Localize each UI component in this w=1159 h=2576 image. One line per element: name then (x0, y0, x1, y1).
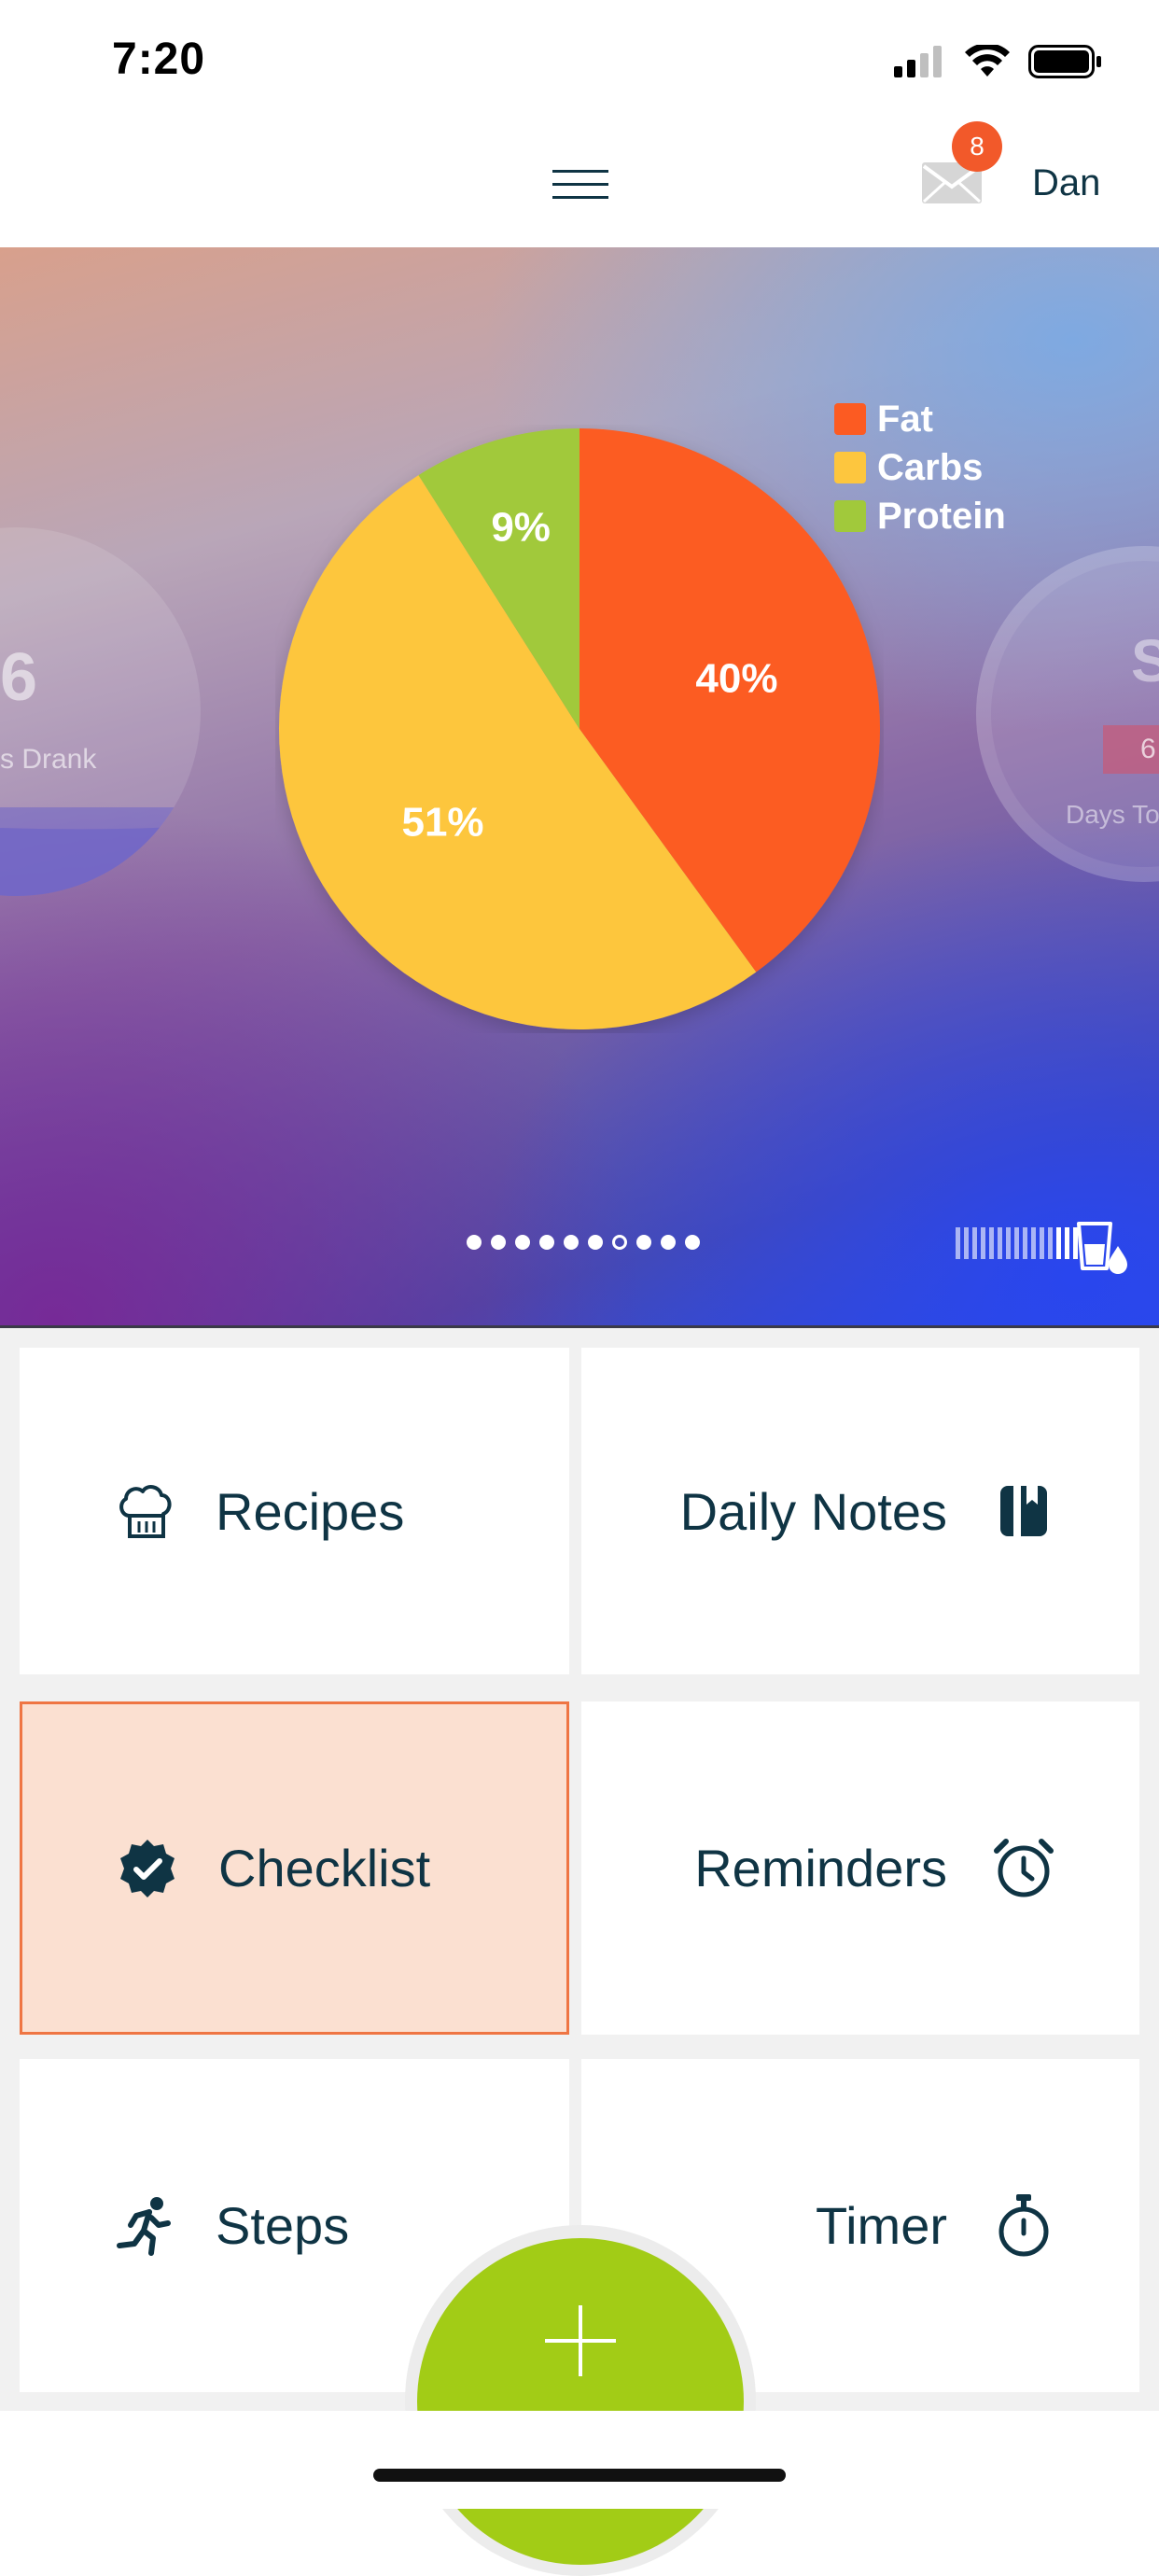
page-dot[interactable] (515, 1235, 530, 1250)
water-bar (1048, 1227, 1053, 1259)
legend-swatch-protein (834, 500, 866, 532)
page-dot[interactable] (612, 1235, 627, 1250)
battery-icon (1028, 45, 1101, 78)
water-drank-value: 6 (0, 640, 38, 715)
page-dot[interactable] (685, 1235, 700, 1250)
legend-item-protein: Protein (834, 492, 1006, 540)
water-bar (956, 1227, 960, 1259)
stats-carousel[interactable]: 6 s Drank S 6 Days To 40% 51% 9% Fat Carbs (0, 247, 1159, 1328)
verified-check-icon (116, 1837, 179, 1900)
notebook-icon (992, 1479, 1055, 1543)
plus-icon (545, 2305, 616, 2376)
water-bar (1014, 1227, 1019, 1259)
wifi-icon (965, 45, 1010, 77)
days-to-goal-tag: 6 (1103, 725, 1159, 774)
pie-label-fat: 40% (695, 655, 777, 701)
water-bar (1023, 1227, 1027, 1259)
legend-item-fat: Fat (834, 395, 1006, 443)
running-person-icon (113, 2194, 176, 2258)
page-dot[interactable] (564, 1235, 579, 1250)
macros-pie-chart: 40% 51% 9% (278, 428, 880, 1030)
water-bar (989, 1227, 994, 1259)
status-bar: 7:20 (0, 0, 1159, 121)
mail-badge: 8 (952, 121, 1002, 172)
water-drank-card[interactable]: 6 s Drank (0, 527, 201, 896)
tile-reminders-label: Reminders (694, 1839, 947, 1897)
tile-recipes[interactable]: Recipes (20, 1348, 569, 1674)
tile-recipes-label: Recipes (216, 1481, 405, 1541)
legend-label-fat: Fat (877, 398, 933, 440)
page-dot[interactable] (467, 1235, 482, 1250)
cellular-signal-icon (894, 46, 942, 77)
water-bar (964, 1227, 969, 1259)
pie-label-protein: 9% (491, 505, 551, 551)
page-dot[interactable] (491, 1235, 506, 1250)
legend-label-protein: Protein (877, 495, 1006, 537)
page-dot[interactable] (539, 1235, 554, 1250)
alarm-clock-icon (992, 1837, 1055, 1900)
legend-swatch-fat (834, 403, 866, 435)
bottom-safe-area (0, 2411, 1159, 2509)
page-dot[interactable] (588, 1235, 603, 1250)
pie-label-carbs: 51% (401, 800, 483, 846)
water-bar (972, 1227, 977, 1259)
days-to-goal-value: S (1131, 627, 1159, 694)
water-bar (1040, 1227, 1044, 1259)
add-button[interactable] (417, 2238, 744, 2565)
water-intake-bars (956, 1227, 1078, 1259)
tile-daily-notes[interactable]: Daily Notes (581, 1348, 1139, 1674)
tile-daily-notes-label: Daily Notes (679, 1481, 947, 1541)
water-bar (1056, 1227, 1061, 1259)
water-drank-label: s Drank (0, 744, 97, 775)
pie-legend: Fat Carbs Protein (834, 395, 1006, 540)
water-glass-icon[interactable] (1073, 1218, 1129, 1274)
carousel-page-dots[interactable] (467, 1235, 700, 1250)
water-bar (1065, 1227, 1069, 1259)
days-to-goal-card[interactable]: S 6 Days To (976, 546, 1159, 882)
tile-reminders[interactable]: Reminders (581, 1701, 1139, 2035)
water-bar (998, 1227, 1002, 1259)
hamburger-menu-icon[interactable] (552, 166, 608, 203)
status-icons (894, 45, 1103, 78)
water-bar (981, 1227, 985, 1259)
tile-steps-label: Steps (216, 2196, 350, 2255)
water-wave-fill (0, 807, 201, 896)
water-bar (1031, 1227, 1036, 1259)
username[interactable]: Dan (1032, 162, 1100, 204)
page-dot[interactable] (636, 1235, 651, 1250)
days-to-goal-label: Days To (1066, 800, 1159, 829)
stopwatch-icon (992, 2193, 1055, 2258)
home-indicator[interactable] (373, 2469, 786, 2482)
water-bar (1006, 1227, 1011, 1259)
legend-label-carbs: Carbs (877, 446, 984, 488)
legend-swatch-carbs (834, 452, 866, 483)
tile-checklist-label: Checklist (218, 1839, 431, 1897)
tile-checklist[interactable]: Checklist (20, 1701, 569, 2035)
tile-timer-label: Timer (815, 2196, 947, 2255)
legend-item-carbs: Carbs (834, 443, 1006, 492)
page-dot[interactable] (661, 1235, 676, 1250)
status-time: 7:20 (112, 35, 206, 84)
chef-hat-icon (113, 1479, 176, 1543)
